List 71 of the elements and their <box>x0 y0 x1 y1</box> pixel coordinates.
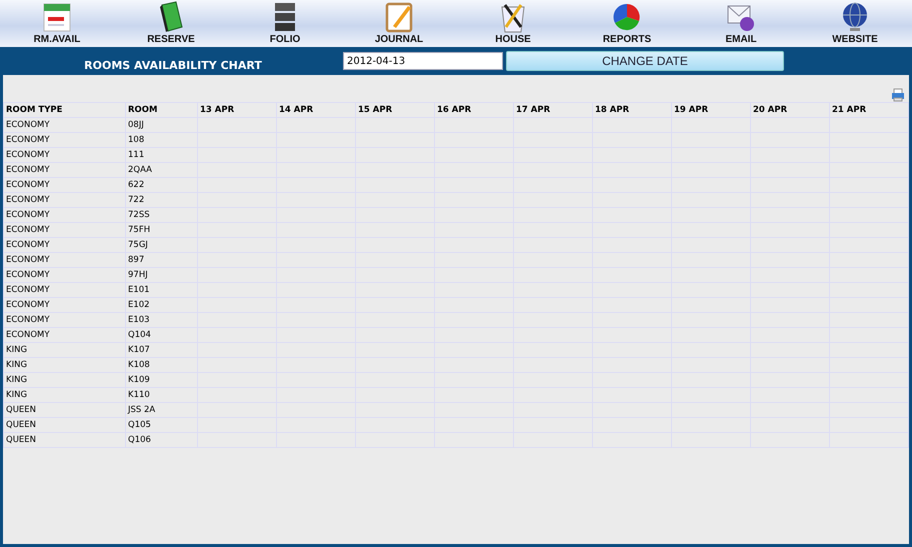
table-cell: QUEEN <box>4 418 126 432</box>
table-cell: KING <box>4 358 126 372</box>
table-cell: 97HJ <box>126 268 198 282</box>
table-cell: ECONOMY <box>4 328 126 342</box>
toolbar-link[interactable]: HOUSE <box>456 0 570 47</box>
column-header: 15 APR <box>356 102 434 118</box>
table-cell: 08JJ <box>126 118 198 132</box>
column-header: 17 APR <box>514 102 592 118</box>
change-date-button[interactable]: CHANGE DATE <box>506 51 784 71</box>
column-header: 18 APR <box>592 102 672 118</box>
printer-icon[interactable] <box>891 88 905 102</box>
table-cell: ECONOMY <box>4 252 126 268</box>
date-field[interactable]: 2012-04-13 <box>343 52 503 70</box>
table-cell: 72SS <box>126 208 198 222</box>
toolbar-link[interactable]: JOURNAL <box>342 0 456 47</box>
table-cell: ECONOMY <box>4 268 126 282</box>
table-cell: 111 <box>126 148 198 162</box>
toolbar-link[interactable]: FOLIO <box>228 0 342 47</box>
table-cell: 897 <box>126 252 198 268</box>
table-cell: ECONOMY <box>4 312 126 328</box>
table-cell: 2QAA <box>126 162 198 178</box>
table-cell: E102 <box>126 298 198 312</box>
table-cell: ECONOMY <box>4 132 126 148</box>
column-header: 13 APR <box>198 102 276 118</box>
table-cell: 622 <box>126 178 198 192</box>
column-header: 16 APR <box>434 102 514 118</box>
column-header: 21 APR <box>830 102 908 118</box>
pie-chart-icon <box>612 1 642 33</box>
toolbar-link[interactable]: WEBSITE <box>798 0 912 47</box>
table-cell: K110 <box>126 388 198 402</box>
column-header: 20 APR <box>750 102 830 118</box>
table-cell: KING <box>4 388 126 402</box>
table-cell: ECONOMY <box>4 178 126 192</box>
table-cell: K109 <box>126 372 198 388</box>
table-cell: K108 <box>126 358 198 372</box>
table-cell: ECONOMY <box>4 282 126 298</box>
table-cell: QUEEN <box>4 432 126 448</box>
table-cell: JSS 2A <box>126 402 198 418</box>
table-cell: KING <box>4 342 126 358</box>
table-cell: 75GJ <box>126 238 198 252</box>
table-cell: ECONOMY <box>4 208 126 222</box>
table-cell: ECONOMY <box>4 238 126 252</box>
toolbar-link[interactable]: RESERVE <box>114 0 228 47</box>
notepad-icon <box>384 1 414 33</box>
table-cell: E103 <box>126 312 198 328</box>
table-cell: ECONOMY <box>4 162 126 178</box>
table-cell: Q104 <box>126 328 198 342</box>
table-cell: ECONOMY <box>4 118 126 132</box>
table-cell: Q106 <box>126 432 198 448</box>
table-cell: ECONOMY <box>4 148 126 162</box>
table-cell: K107 <box>126 342 198 358</box>
chart-title: ROOMS AVAILABILITY CHART <box>83 58 263 72</box>
toolbar-link[interactable]: REPORTS <box>570 0 684 47</box>
calendar-icon <box>42 1 72 33</box>
column-header: ROOM TYPE <box>4 102 126 118</box>
table-cell: ECONOMY <box>4 192 126 208</box>
toolbar-link[interactable]: RM.AVAIL <box>0 0 114 47</box>
table-cell: E101 <box>126 282 198 298</box>
table-cell: 108 <box>126 132 198 148</box>
table-cell: ECONOMY <box>4 298 126 312</box>
column-header: 19 APR <box>672 102 750 118</box>
table-cell: Q105 <box>126 418 198 432</box>
column-header: 14 APR <box>276 102 356 118</box>
table-cell: ECONOMY <box>4 222 126 238</box>
column-header: ROOM <box>126 102 198 118</box>
table-cell: QUEEN <box>4 402 126 418</box>
table-cell: 75FH <box>126 222 198 238</box>
globe-icon <box>840 1 870 33</box>
table-cell: 722 <box>126 192 198 208</box>
toolbar-link[interactable]: EMAIL <box>684 0 798 47</box>
table-cell: KING <box>4 372 126 388</box>
